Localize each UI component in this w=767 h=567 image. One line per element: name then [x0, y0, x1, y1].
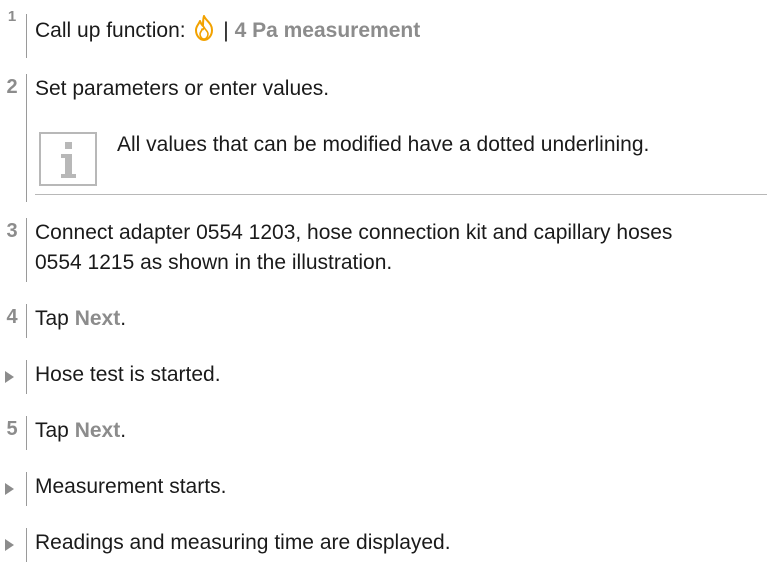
step-number: 2: [6, 76, 18, 98]
step-text: Call up function: | 4 Pa measurement: [35, 14, 420, 45]
step-number: 3: [6, 220, 18, 242]
step-text: Tap Next.: [35, 416, 126, 445]
triangle-arrow-icon: [5, 539, 14, 551]
step-rule: [26, 218, 27, 282]
result-rule: [26, 360, 27, 394]
step-text-line-2: 0554 1215 as shown in the illustration.: [35, 251, 393, 274]
next-keyword: Next: [74, 307, 121, 330]
step-trail: .: [120, 307, 127, 330]
info-i-icon: [39, 132, 97, 186]
flame-icon: [191, 14, 217, 42]
triangle-arrow-icon: [5, 483, 14, 495]
step-lead: Tap: [35, 307, 75, 330]
step-1: 1 Call up function: | 4 Pa measurement: [0, 8, 767, 58]
function-name: 4 Pa measurement: [234, 19, 421, 42]
note-divider: [35, 194, 767, 195]
step-number: 5: [6, 418, 18, 440]
note-box: All values that can be modified have a d…: [35, 124, 767, 195]
step-3: 3 Connect adapter 0554 1203, hose connec…: [0, 218, 767, 282]
function-separator: |: [223, 19, 229, 42]
result-text: Measurement starts.: [35, 475, 227, 498]
step-trail: .: [120, 419, 127, 442]
next-keyword: Next: [74, 419, 121, 442]
result-2: Measurement starts.: [0, 472, 767, 506]
step-number: 4: [6, 306, 18, 328]
triangle-arrow-icon: [5, 371, 14, 383]
step-rule: [26, 74, 27, 202]
step-rule: [26, 416, 27, 450]
step-4: 4 Tap Next.: [0, 304, 767, 338]
step-number: 1: [7, 8, 17, 25]
step-5: 5 Tap Next.: [0, 416, 767, 450]
result-text: Hose test is started.: [35, 363, 221, 386]
note-text: All values that can be modified have a d…: [117, 133, 650, 156]
step-lead: Tap: [35, 419, 75, 442]
result-1: Hose test is started.: [0, 360, 767, 394]
result-3: Readings and measuring time are displaye…: [0, 528, 767, 562]
step-rule: [26, 14, 27, 58]
step-text-line-1: Connect adapter 0554 1203, hose connecti…: [35, 221, 673, 244]
step-lead: Call up function:: [35, 19, 192, 42]
step-rule: [26, 304, 27, 338]
result-text: Readings and measuring time are displaye…: [35, 531, 451, 554]
step-text: Set parameters or enter values.: [35, 77, 330, 100]
result-rule: [26, 528, 27, 562]
step-text: Tap Next.: [35, 304, 126, 333]
result-rule: [26, 472, 27, 506]
